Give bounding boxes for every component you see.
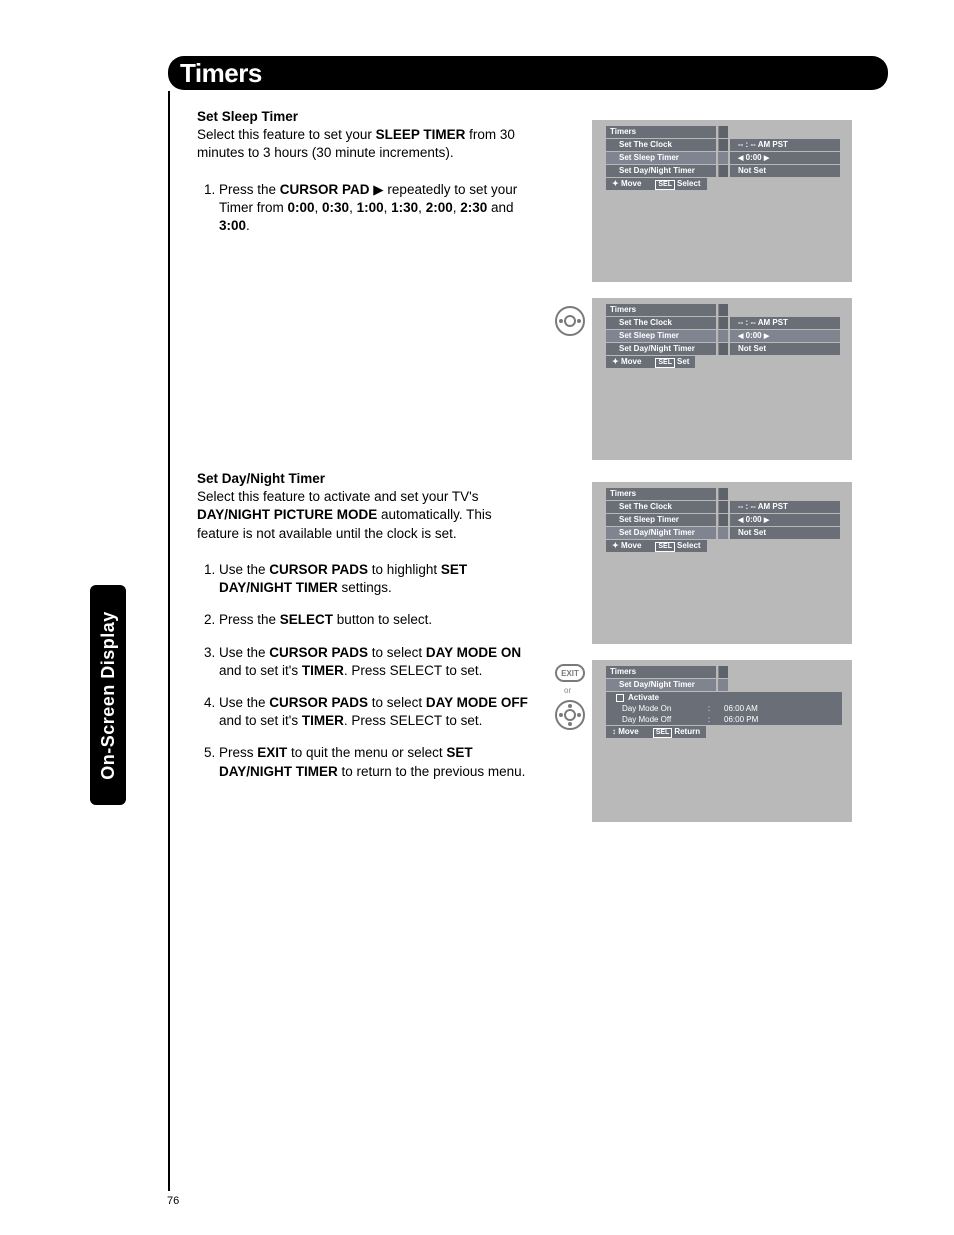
vertical-rule bbox=[168, 91, 170, 1191]
osd4-daymode-off: Day Mode Off:06:00 PM bbox=[606, 714, 842, 725]
side-tab: On-Screen Display bbox=[90, 585, 126, 805]
osd1-nav: ✦ MoveSELSelect bbox=[606, 178, 707, 190]
page-number: 76 bbox=[167, 1195, 179, 1207]
daynight-intro: Select this feature to activate and set … bbox=[197, 488, 537, 543]
dn-step-1: Use the CURSOR PADS to highlight SET DAY… bbox=[219, 561, 537, 597]
cursor-pad-icon bbox=[555, 700, 585, 730]
sleep-heading: Set Sleep Timer bbox=[197, 108, 537, 126]
exit-button-icon: EXIT bbox=[555, 664, 585, 682]
dn-step-2: Press the SELECT button to select. bbox=[219, 611, 537, 629]
cursor-pad-icon bbox=[555, 306, 585, 336]
osd-screenshot-1: Timers Set The Clock-- : -- AM PST Set S… bbox=[592, 120, 852, 282]
dn-step-3: Use the CURSOR PADS to select DAY MODE O… bbox=[219, 644, 537, 680]
sleep-step-1: Press the CURSOR PAD ▶ repeatedly to set… bbox=[219, 181, 537, 236]
osd4-daymode-on: Day Mode On:06:00 AM bbox=[606, 703, 842, 714]
osd1-title: Timers bbox=[606, 126, 716, 138]
or-label: or bbox=[564, 686, 571, 695]
daynight-section: Set Day/Night Timer Select this feature … bbox=[197, 470, 537, 795]
osd-screenshot-4: Timers Set Day/Night Timer Activate Day … bbox=[592, 660, 852, 822]
section-header: Timers bbox=[168, 56, 888, 90]
dn-step-5: Press EXIT to quit the menu or select SE… bbox=[219, 744, 537, 780]
osd-screenshot-2: Timers Set The Clock-- : -- AM PST Set S… bbox=[592, 298, 852, 460]
side-tab-label: On-Screen Display bbox=[98, 611, 119, 780]
dn-step-4: Use the CURSOR PADS to select DAY MODE O… bbox=[219, 694, 537, 730]
daynight-heading: Set Day/Night Timer bbox=[197, 470, 537, 488]
osd-screenshot-3: Timers Set The Clock-- : -- AM PST Set S… bbox=[592, 482, 852, 644]
osd4-activate: Activate bbox=[606, 692, 842, 703]
sleep-section: Set Sleep Timer Select this feature to s… bbox=[197, 108, 537, 249]
sleep-intro: Select this feature to set your SLEEP TI… bbox=[197, 126, 537, 162]
